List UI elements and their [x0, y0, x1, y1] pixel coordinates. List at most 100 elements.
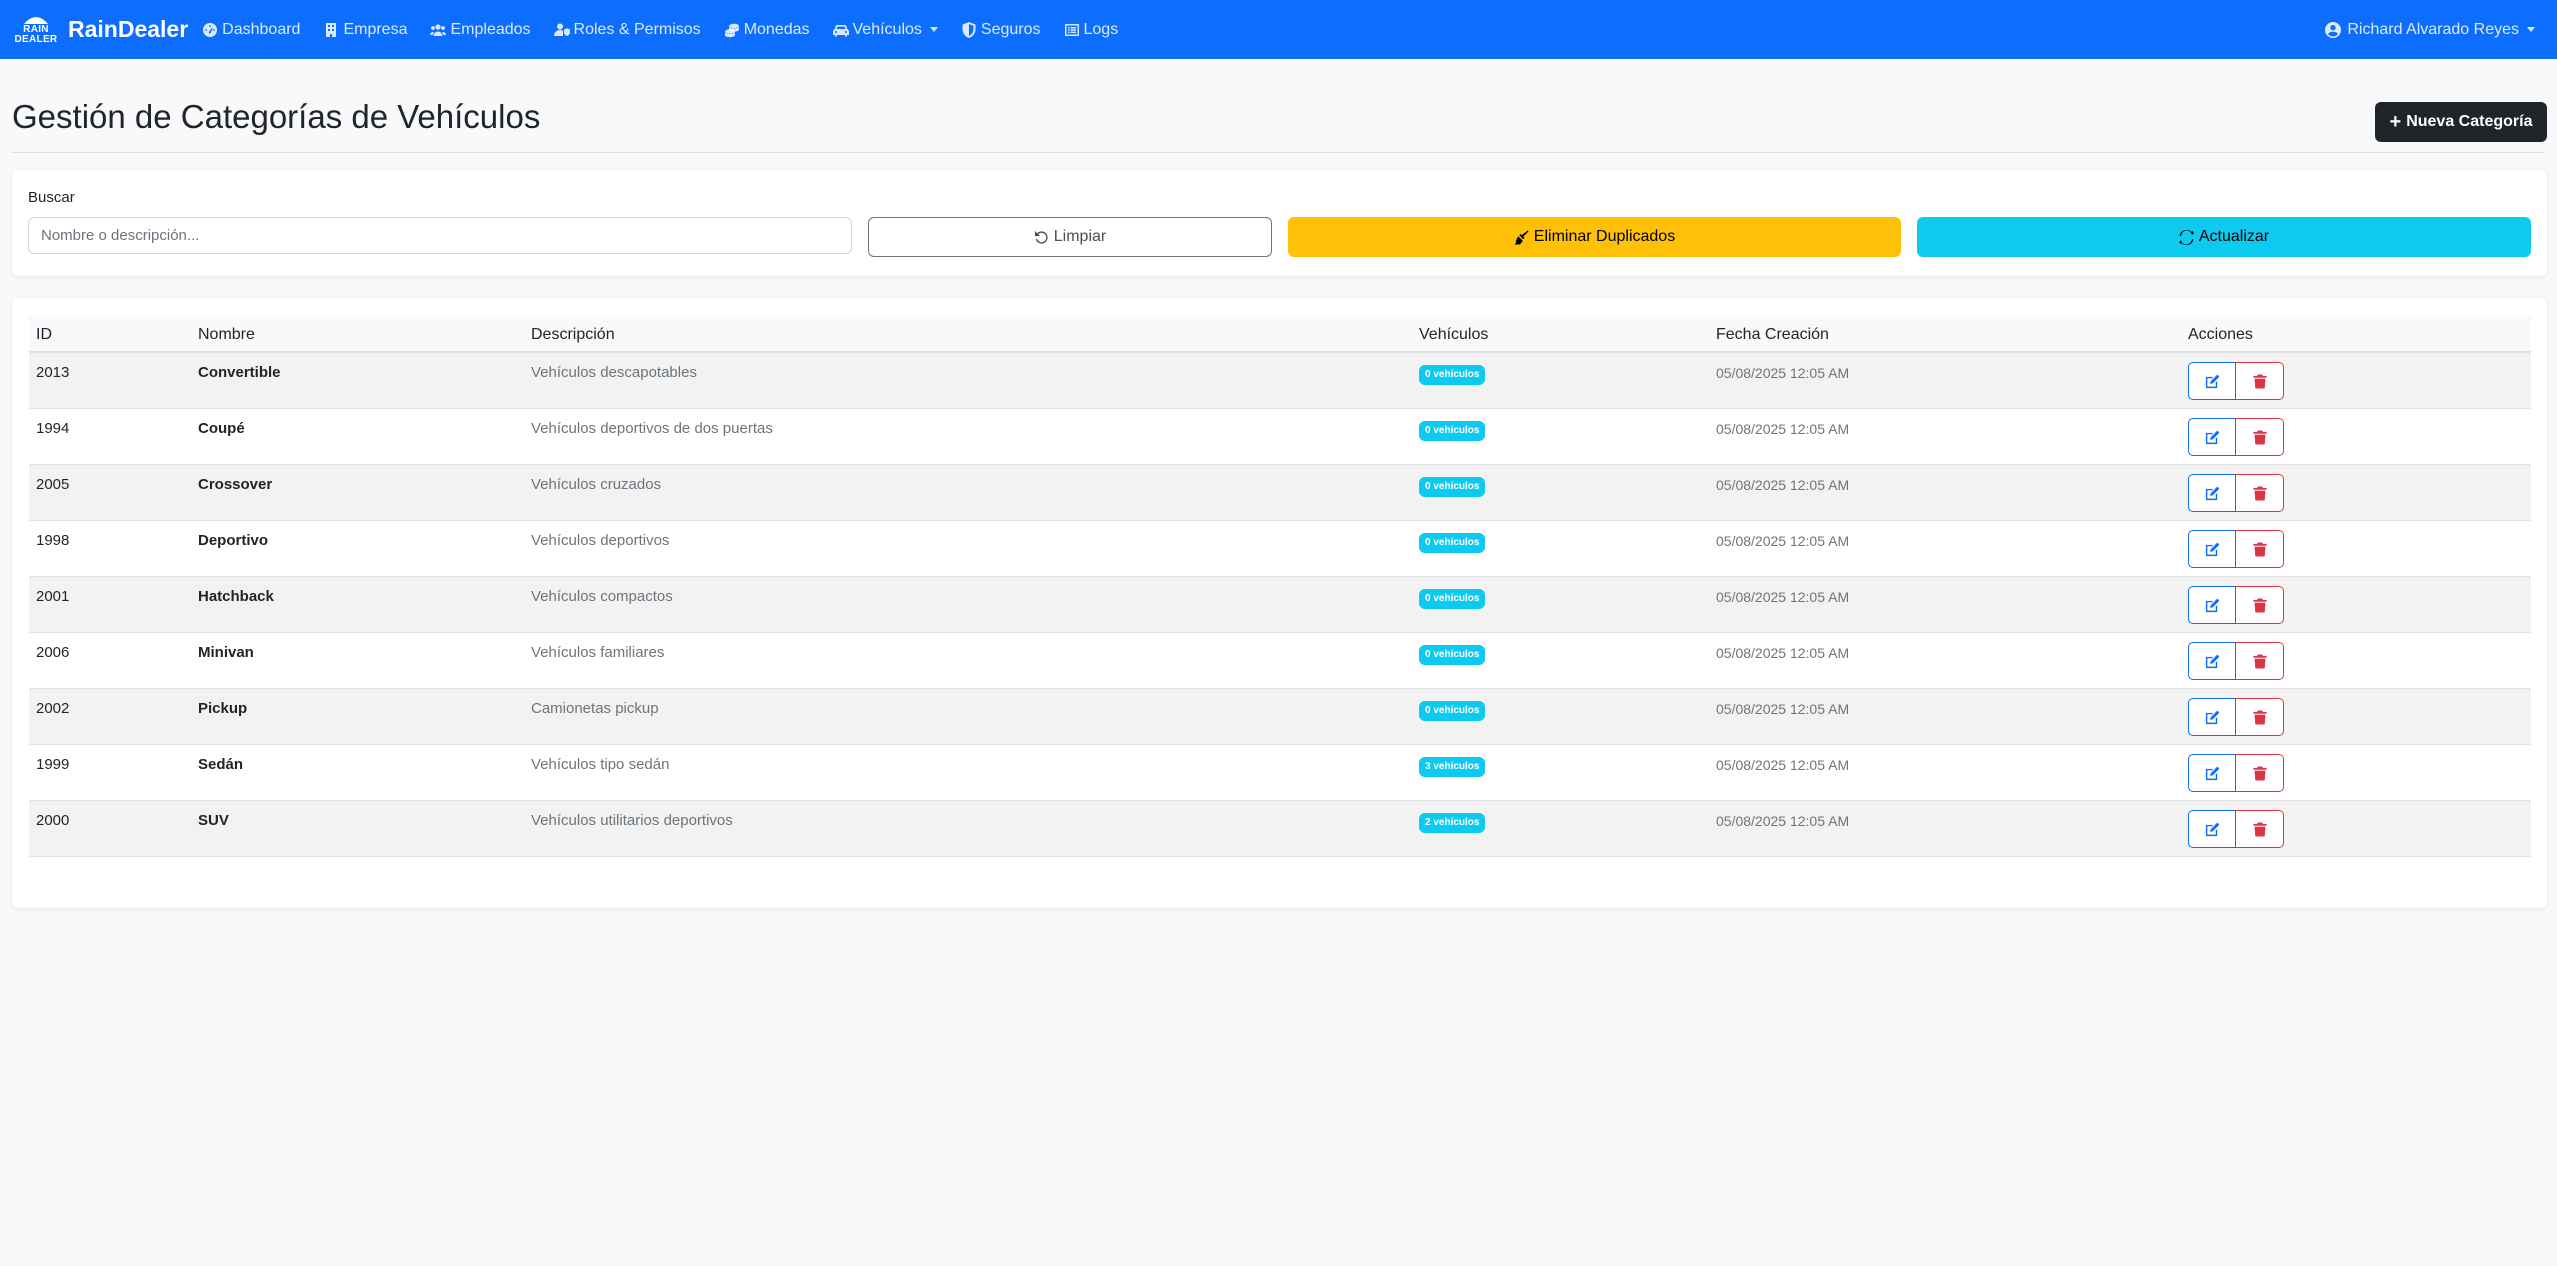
nav-vehiculos-dropdown[interactable]: Vehículos [832, 20, 938, 39]
edit-button[interactable] [2188, 698, 2236, 736]
row-description: Vehículos deportivos de dos puertas [531, 420, 773, 437]
vehicle-count-badge: 3 vehículos [1419, 757, 1486, 777]
nav-empleados[interactable]: Empleados [430, 21, 531, 39]
edit-icon [2205, 374, 2219, 388]
row-description: Vehículos utilitarios deportivos [531, 812, 733, 829]
table-row: 2013 Convertible Vehículos descapotables 0 … [29, 353, 2531, 409]
undo-icon [1034, 230, 1048, 244]
edit-button[interactable] [2188, 530, 2236, 568]
vehicle-count-badge: 0 vehículos [1419, 645, 1486, 665]
brand-name: RainDealer [68, 16, 189, 42]
delete-button[interactable] [2236, 418, 2284, 456]
edit-button[interactable] [2188, 362, 2236, 400]
nav-empresa[interactable]: Empresa [323, 21, 407, 39]
row-name: Crossover [198, 476, 273, 493]
row-id: 2002 [36, 700, 70, 717]
edit-button[interactable] [2188, 754, 2236, 792]
row-description: Vehículos descapotables [531, 364, 697, 381]
user-menu-dropdown[interactable]: Richard Alvarado Reyes [2325, 0, 2535, 59]
delete-button[interactable] [2236, 362, 2284, 400]
table-row: 2002 Pickup Camionetas pickup 0 vehículos 05… [29, 689, 2531, 745]
trash-icon [2252, 429, 2267, 445]
remove-duplicates-button[interactable]: Eliminar Duplicados [1288, 217, 1901, 257]
edit-button[interactable] [2188, 586, 2236, 624]
new-category-button[interactable]: + Nueva Categoría [2375, 102, 2547, 142]
row-name: Convertible [198, 364, 281, 381]
clear-button[interactable]: Limpiar [868, 217, 1272, 257]
brand[interactable]: RAIN DEALER RainDealer [14, 10, 189, 50]
row-actions [2188, 754, 2284, 792]
clear-button-label: Limpiar [1053, 228, 1107, 245]
delete-button[interactable] [2236, 586, 2284, 624]
delete-button[interactable] [2236, 474, 2284, 512]
row-created-date: 05/08/2025 12:05 AM [1716, 589, 1850, 605]
row-name: Minivan [198, 644, 254, 661]
vehicle-count-badge: 0 vehículos [1419, 589, 1486, 609]
edit-button[interactable] [2188, 418, 2236, 456]
edit-icon [2205, 486, 2219, 500]
row-id: 2001 [36, 588, 70, 605]
row-created-date: 05/08/2025 12:05 AM [1716, 365, 1850, 381]
row-description: Vehículos compactos [531, 588, 673, 605]
vehicle-count-badge: 0 vehículos [1419, 533, 1486, 553]
table-row: 1994 Coupé Vehículos deportivos de dos pue… [29, 409, 2531, 465]
nav-logs-label: Logs [1083, 20, 1119, 38]
nav-roles-permisos[interactable]: Roles & Permisos [553, 21, 701, 39]
row-actions [2188, 474, 2284, 512]
row-description: Camionetas pickup [531, 700, 659, 717]
row-actions [2188, 530, 2284, 568]
column-header-description: Descripción [531, 326, 615, 343]
new-category-label: Nueva Categoría [2406, 113, 2533, 130]
table-row: 2001 Hatchback Vehículos compactos 0 vehícu… [29, 577, 2531, 633]
delete-button[interactable] [2236, 754, 2284, 792]
delete-button[interactable] [2236, 642, 2284, 680]
trash-icon [2252, 485, 2267, 501]
edit-button[interactable] [2188, 810, 2236, 848]
nav-monedas-label: Monedas [743, 20, 810, 38]
nav-dashboard[interactable]: Dashboard [202, 21, 300, 39]
row-actions [2188, 642, 2284, 680]
trash-icon [2252, 709, 2267, 725]
trash-icon [2252, 821, 2267, 837]
row-actions [2188, 586, 2284, 624]
row-id: 2005 [36, 476, 70, 493]
user-name: Richard Alvarado Reyes [2347, 20, 2519, 38]
row-actions [2188, 810, 2284, 848]
edit-icon [2205, 710, 2219, 724]
row-description: Vehículos tipo sedán [531, 756, 670, 773]
row-actions [2188, 362, 2284, 400]
column-header-vehicles: Vehículos [1419, 326, 1489, 343]
row-created-date: 05/08/2025 12:05 AM [1716, 477, 1850, 493]
row-name: Sedán [198, 756, 244, 773]
column-header-actions: Acciones [2188, 326, 2253, 343]
nav-seguros[interactable]: Seguros [961, 21, 1041, 39]
edit-icon [2205, 430, 2219, 444]
plus-icon: + [2389, 111, 2402, 133]
row-name: Coupé [198, 420, 245, 437]
edit-icon [2205, 766, 2219, 780]
delete-button[interactable] [2236, 810, 2284, 848]
edit-button[interactable] [2188, 642, 2236, 680]
nav-monedas[interactable]: Monedas [724, 21, 810, 39]
row-name: Pickup [198, 700, 248, 717]
user-shield-icon [553, 23, 570, 36]
column-header-id: ID [36, 326, 52, 343]
list-alt-icon [1064, 23, 1079, 36]
users-icon [430, 23, 447, 36]
refresh-button[interactable]: Actualizar [1917, 217, 2531, 257]
nav-empresa-label: Empresa [343, 20, 408, 38]
nav-seguros-label: Seguros [980, 20, 1041, 38]
delete-button[interactable] [2236, 698, 2284, 736]
row-description: Vehículos cruzados [531, 476, 662, 493]
nav-vehiculos-label: Vehículos [852, 20, 922, 38]
row-id: 2013 [36, 364, 70, 381]
nav-logs[interactable]: Logs [1064, 20, 1119, 39]
row-id: 2000 [36, 812, 70, 829]
edit-button[interactable] [2188, 474, 2236, 512]
row-created-date: 05/08/2025 12:05 AM [1716, 757, 1850, 773]
delete-button[interactable] [2236, 530, 2284, 568]
row-name: Hatchback [198, 588, 274, 605]
edit-icon [2205, 598, 2219, 612]
table-row: 2005 Crossover Vehículos cruzados 0 vehícul… [29, 465, 2531, 521]
search-input[interactable] [28, 217, 852, 254]
